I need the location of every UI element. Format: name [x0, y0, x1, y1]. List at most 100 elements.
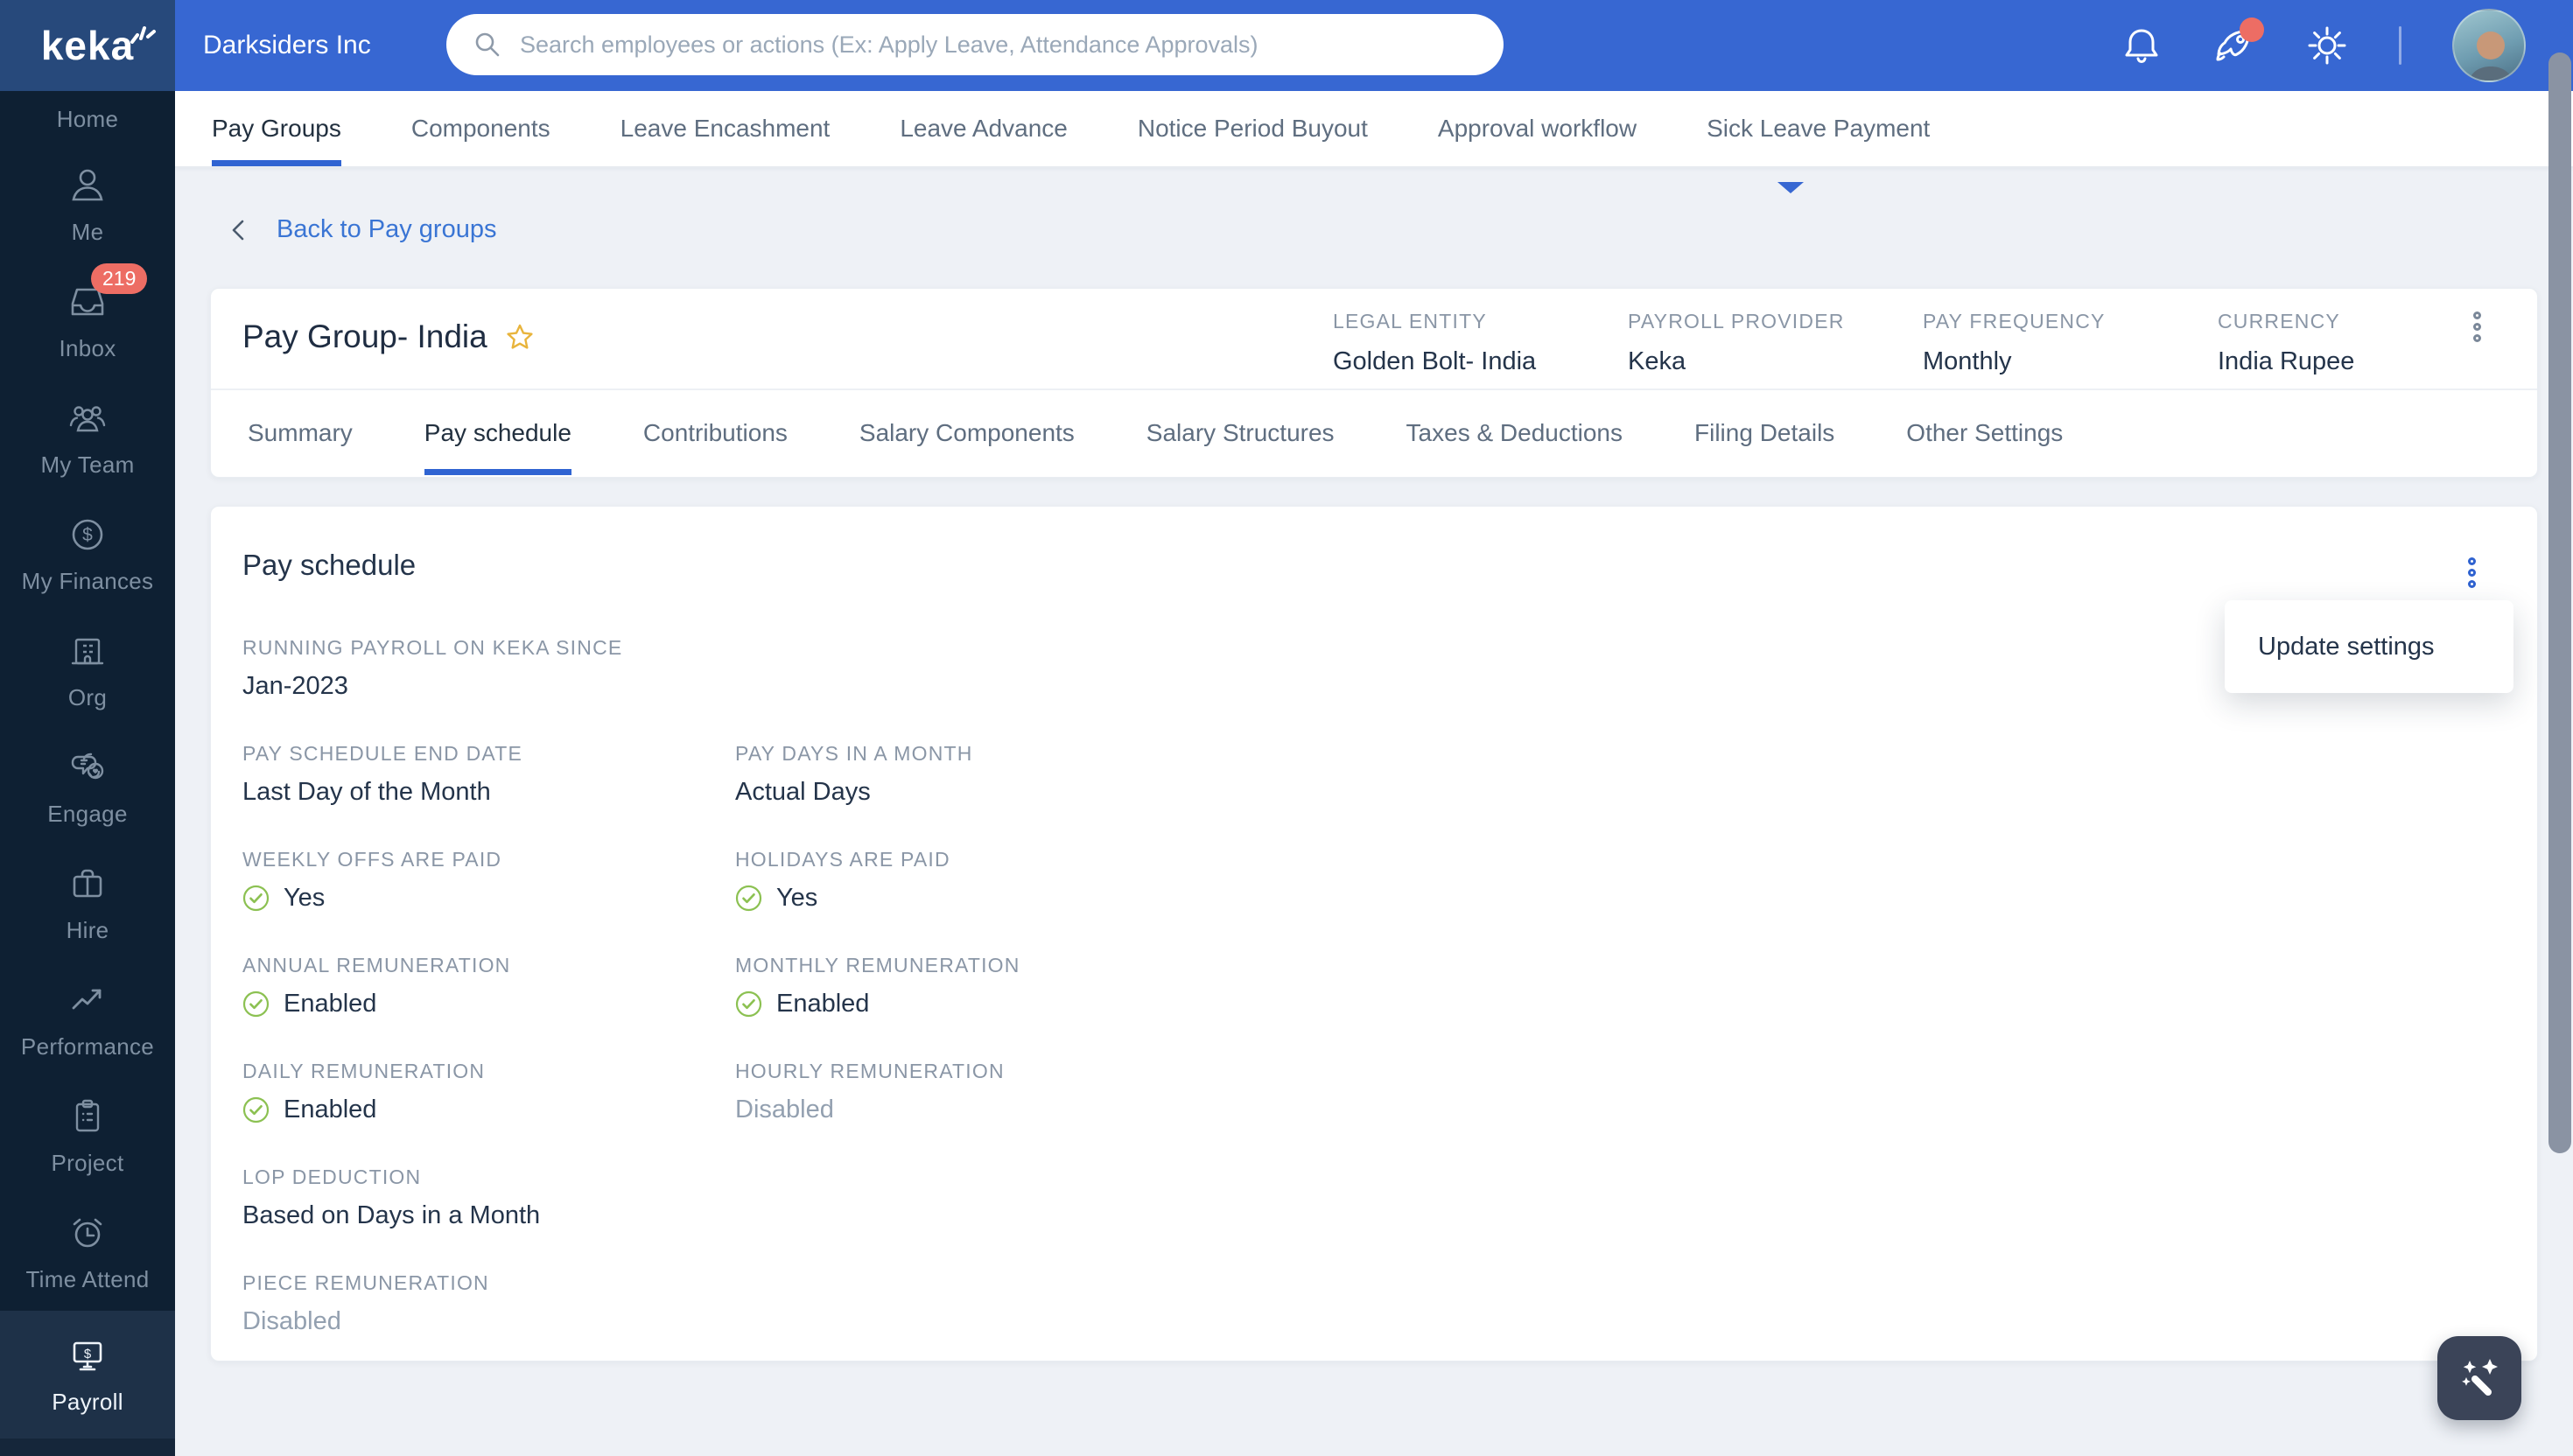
inbox-icon: 219: [67, 263, 148, 323]
meta-col-legal-entity: LEGAL ENTITY Golden Bolt- India: [1333, 310, 1628, 376]
field-value: Enabled: [242, 990, 735, 1018]
sidebar-item-inbox[interactable]: 219 Inbox: [0, 263, 175, 380]
meta-value: India Rupee: [2218, 347, 2355, 375]
keka-logo[interactable]: keka: [0, 0, 175, 91]
field-value-text: Based on Days in a Month: [242, 1201, 541, 1229]
tab-leave-advance[interactable]: Leave Advance: [900, 91, 1068, 166]
sidebar-item-my-team[interactable]: My Team: [0, 380, 175, 496]
svg-text:$: $: [84, 1347, 92, 1362]
sidebar-item-payroll[interactable]: $ Payroll: [0, 1311, 175, 1438]
meta-value: Monthly: [1923, 347, 2012, 375]
tab-leave-encashment[interactable]: Leave Encashment: [620, 91, 831, 166]
sidebar-item-me[interactable]: Me: [0, 147, 175, 263]
tab-notice-period-buyout[interactable]: Notice Period Buyout: [1138, 91, 1368, 166]
kebab-menu-button-schedule[interactable]: [2463, 549, 2481, 597]
field-label: PAY DAYS IN A MONTH: [735, 742, 973, 765]
tab-pay-groups[interactable]: Pay Groups: [212, 91, 341, 166]
field-value-text: Last Day of the Month: [242, 778, 491, 806]
sidebar-item-label: Time Attend: [25, 1266, 150, 1292]
user-avatar[interactable]: [2452, 9, 2526, 82]
sidebar-item-label: Home: [56, 105, 119, 132]
app-header: keka Darksiders Inc: [0, 0, 2573, 91]
tab-sick-leave-payment[interactable]: Sick Leave Payment: [1707, 91, 1930, 166]
whats-new-rocket-icon[interactable]: [2213, 18, 2264, 66]
pay-schedule-card: Pay schedule RUNNING PAYROLL ON KEKA SIN…: [210, 506, 2538, 1362]
check-circle-icon: [242, 1096, 270, 1124]
sidebar-item-engage[interactable]: Engage: [0, 729, 175, 845]
field-value: Actual Days: [735, 778, 2485, 807]
tab-salary-components[interactable]: Salary Components: [859, 390, 1075, 475]
company-name: Darksiders Inc: [203, 31, 371, 60]
tab-pay-schedule[interactable]: Pay schedule: [424, 390, 572, 475]
ai-assistant-fab[interactable]: [2437, 1336, 2521, 1420]
pay-schedule-fields: RUNNING PAYROLL ON KEKA SINCE Jan-2023 PAY…: [242, 636, 2485, 1377]
field-value: Based on Days in a Month: [242, 1201, 735, 1230]
field-label: HOURLY REMUNERATION: [735, 1060, 1005, 1082]
field-row: WEEKLY OFFS ARE PAID Yes HOLIDAYS ARE PAID…: [242, 848, 2485, 954]
performance-icon: [67, 979, 109, 1021]
search-input[interactable]: [520, 31, 1477, 59]
sidebar-item-performance[interactable]: Performance: [0, 962, 175, 1078]
header-notch: [1777, 182, 1804, 193]
meta-label: LEGAL ENTITY: [1333, 310, 1487, 332]
field-value-text: Enabled: [284, 1096, 377, 1124]
notification-dot: [2240, 18, 2264, 42]
settings-gear-icon[interactable]: [2306, 24, 2348, 66]
field-daily-remuneration: DAILY REMUNERATION Enabled: [242, 1060, 735, 1166]
field-row: DAILY REMUNERATION Enabled HOURLY REMUNERA…: [242, 1060, 2485, 1166]
inbox-badge: 219: [91, 263, 148, 294]
meta-label: PAYROLL PROVIDER: [1628, 310, 1845, 332]
field-value-text: Disabled: [735, 1096, 834, 1124]
field-label: PAY SCHEDULE END DATE: [242, 742, 523, 765]
breadcrumb-back[interactable]: Back to Pay groups: [228, 215, 496, 244]
meta-col-pay-frequency: PAY FREQUENCY Monthly: [1923, 310, 2218, 376]
tab-salary-structures[interactable]: Salary Structures: [1146, 390, 1335, 475]
meta-label: PAY FREQUENCY: [1923, 310, 2106, 332]
tab-filing-details[interactable]: Filing Details: [1694, 390, 1834, 475]
org-icon: [67, 630, 109, 672]
global-search[interactable]: [446, 14, 1504, 75]
field-hourly-remuneration: HOURLY REMUNERATION Disabled: [735, 1060, 2485, 1166]
field-value: Disabled: [242, 1307, 735, 1336]
sidebar-item-label: Me: [71, 219, 104, 245]
tab-contributions[interactable]: Contributions: [643, 390, 788, 475]
field-lop-deduction: LOP DEDUCTION Based on Days in a Month: [242, 1166, 735, 1271]
kebab-menu-button[interactable]: [2468, 303, 2486, 351]
engage-icon: [67, 746, 109, 788]
tab-components[interactable]: Components: [411, 91, 550, 166]
sidebar-item-org[interactable]: Org: [0, 612, 175, 729]
field-label: DAILY REMUNERATION: [242, 1060, 486, 1082]
meta-value: Keka: [1628, 347, 1686, 375]
tab-other-settings[interactable]: Other Settings: [1906, 390, 2063, 475]
menu-item-update-settings[interactable]: Update settings: [2225, 633, 2513, 662]
field-monthly-remuneration: MONTHLY REMUNERATION Enabled: [735, 954, 2485, 1060]
sidebar-item-label: Engage: [47, 801, 128, 827]
sidebar-footer: [0, 1438, 175, 1456]
sidebar-item-time-attend[interactable]: Time Attend: [0, 1194, 175, 1311]
sidebar-item-project[interactable]: Project: [0, 1078, 175, 1194]
favorite-star-icon[interactable]: [505, 322, 535, 352]
notifications-bell-icon[interactable]: [2121, 24, 2163, 66]
check-circle-icon: [735, 990, 762, 1018]
field-piece-remuneration: PIECE REMUNERATION Disabled: [242, 1271, 735, 1377]
sidebar-item-label: My Team: [40, 452, 135, 478]
sidebar-item-hire[interactable]: Hire: [0, 845, 175, 962]
field-value-text: Yes: [776, 884, 818, 912]
tab-approval-workflow[interactable]: Approval workflow: [1438, 91, 1637, 166]
field-value-text: Yes: [284, 884, 326, 912]
sidebar-item-label: Org: [67, 684, 108, 710]
field-row: ANNUAL REMUNERATION Enabled MONTHLY REMUNE…: [242, 954, 2485, 1060]
header-divider: [2399, 26, 2401, 65]
field-label: ANNUAL REMUNERATION: [242, 954, 511, 976]
magic-wand-icon: [2462, 1359, 2498, 1396]
field-value: Disabled: [735, 1096, 2485, 1124]
sidebar-item-my-finances[interactable]: $ My Finances: [0, 496, 175, 612]
tab-summary[interactable]: Summary: [248, 390, 353, 475]
logo-spark-icon: [127, 10, 157, 57]
sidebar-item-home[interactable]: Home: [0, 91, 175, 147]
field-annual-remuneration: ANNUAL REMUNERATION Enabled: [242, 954, 735, 1060]
scrollbar-thumb[interactable]: [2548, 52, 2571, 1153]
tab-taxes-deductions[interactable]: Taxes & Deductions: [1406, 390, 1623, 475]
brand-text: keka: [40, 23, 135, 68]
field-weekly-offs-are-paid: WEEKLY OFFS ARE PAID Yes: [242, 848, 735, 954]
